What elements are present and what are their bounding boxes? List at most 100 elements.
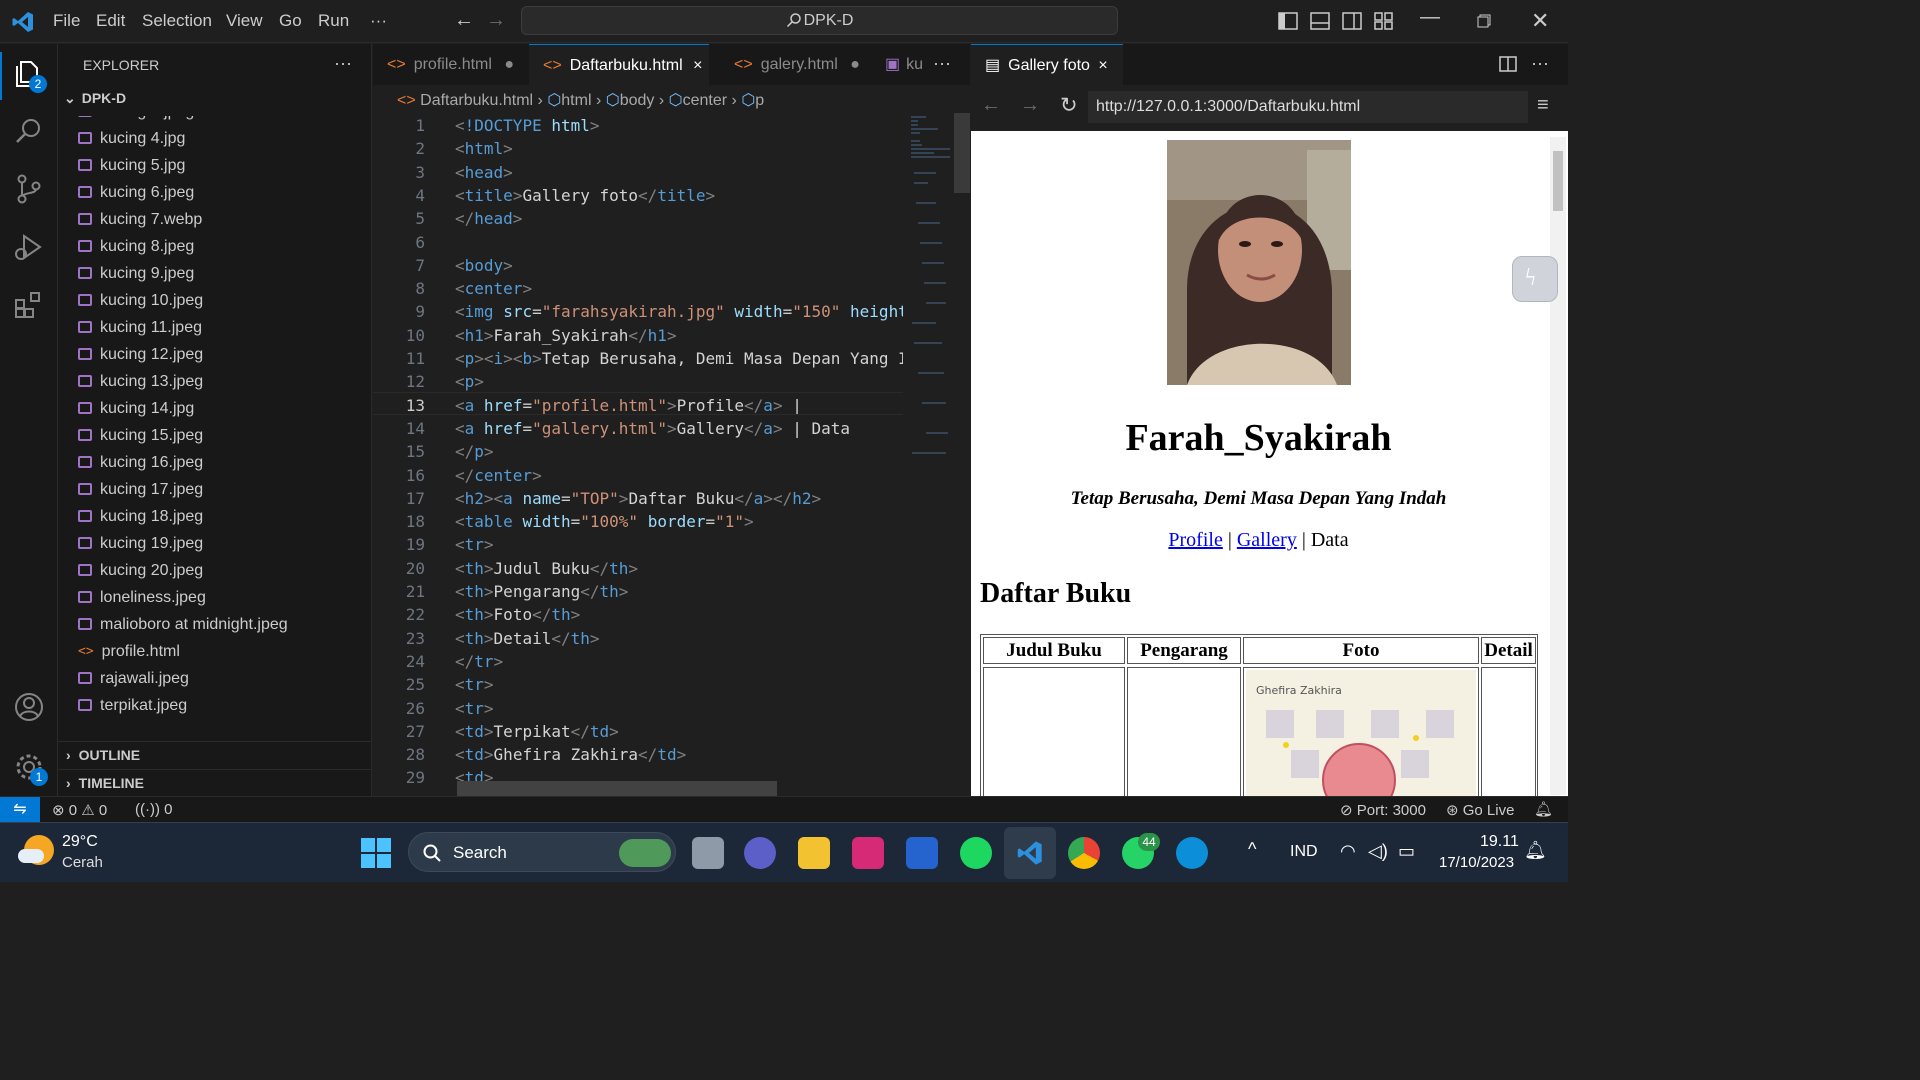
back-arrow-icon[interactable]: ← <box>981 94 1001 117</box>
file-item[interactable]: kucing 10.jpeg <box>78 287 203 314</box>
code-line[interactable]: 21 <th>Pengarang</th> <box>373 580 903 603</box>
toggle-panel-icon[interactable] <box>1310 12 1330 30</box>
account-icon[interactable] <box>12 690 46 724</box>
file-item[interactable]: kucing 19.jpeg <box>78 530 203 557</box>
file-item[interactable]: kucing 3.jpeg <box>78 116 194 125</box>
file-item[interactable]: loneliness.jpeg <box>78 584 206 611</box>
breadcrumb-item[interactable]: html <box>561 92 591 109</box>
file-item[interactable]: malioboro at midnight.jpeg <box>78 611 288 638</box>
volume-icon[interactable]: ◁) <box>1368 841 1388 862</box>
code-line[interactable]: 1 <!DOCTYPE html> <box>373 114 903 137</box>
code-line[interactable]: 20 <th>Judul Buku</th> <box>373 557 903 580</box>
breadcrumb-item[interactable]: Daftarbuku.html <box>420 92 533 109</box>
breadcrumb-item[interactable]: body <box>620 92 655 109</box>
file-item[interactable]: kucing 15.jpeg <box>78 422 203 449</box>
folder-header[interactable]: ⌄ DPK-D <box>64 90 126 107</box>
edge-icon[interactable] <box>1176 837 1208 869</box>
close-tab-icon[interactable]: × <box>1098 57 1107 74</box>
close-window-icon[interactable]: ✕ <box>1531 8 1549 34</box>
file-item[interactable]: terpikat.jpeg <box>78 692 187 719</box>
weather-text[interactable]: Cerah <box>62 854 103 871</box>
menu-run[interactable]: Run <box>318 11 349 31</box>
go-live-button[interactable]: ⊛ Go Live <box>1446 801 1514 819</box>
run-debug-icon[interactable] <box>12 230 46 264</box>
floating-extension-button[interactable]: ϟ <box>1512 256 1558 302</box>
menu-go[interactable]: Go <box>279 11 302 31</box>
file-item[interactable]: kucing 8.jpeg <box>78 233 194 260</box>
preview-more-icon[interactable]: ··· <box>1531 53 1549 74</box>
file-item[interactable]: kucing 18.jpeg <box>78 503 203 530</box>
problems-indicator[interactable]: ⊗ 0 ⚠ 0 <box>52 801 107 819</box>
back-arrow-icon[interactable]: ← <box>454 9 474 32</box>
file-item[interactable]: <> profile.html <box>78 638 180 665</box>
code-area[interactable]: 1 <!DOCTYPE html> 2 <html> 3 <head> 4 <title>Ga… <box>373 113 903 796</box>
clock-time[interactable]: 19.11 <box>1480 833 1519 851</box>
language-indicator[interactable]: IND <box>1290 843 1318 861</box>
code-line[interactable]: 11 <p><i><b>Tetap Berusaha, Demi Masa Dep… <box>373 347 903 370</box>
tab-gallery-foto[interactable]: ▤ Gallery foto × <box>971 44 1123 85</box>
code-line[interactable]: 7 <body> <box>373 254 903 277</box>
code-line[interactable]: 12 <p> <box>373 370 903 393</box>
file-item[interactable]: kucing 20.jpeg <box>78 557 203 584</box>
search-icon[interactable] <box>12 114 46 148</box>
port-indicator[interactable]: ⊘ Port: 3000 <box>1340 801 1426 819</box>
file-item[interactable]: kucing 14.jpg <box>78 395 194 422</box>
outline-section[interactable]: › OUTLINE <box>58 741 371 768</box>
code-line[interactable]: 9 <img src="farahsyakirah.jpg" width="150… <box>373 300 903 323</box>
profile-link[interactable]: Profile <box>1168 529 1222 551</box>
code-line[interactable]: 19 <tr> <box>373 533 903 556</box>
file-item[interactable]: kucing 16.jpeg <box>78 449 203 476</box>
chrome-icon[interactable] <box>1068 837 1100 869</box>
code-line[interactable]: 22 <th>Foto</th> <box>373 603 903 626</box>
minimize-icon[interactable]: — <box>1420 6 1440 29</box>
close-tab-icon[interactable]: × <box>693 57 702 74</box>
tab-ku[interactable]: ▣ ku <box>871 44 931 85</box>
menu-edit[interactable]: Edit <box>96 11 125 31</box>
windows-start-icon[interactable] <box>361 838 391 868</box>
breadcrumb-item[interactable]: center <box>683 92 727 109</box>
file-explorer-icon[interactable] <box>798 837 830 869</box>
remote-icon[interactable]: ⇋ <box>0 797 40 822</box>
code-line[interactable]: 28 <td>Ghefira Zakhira</td> <box>373 743 903 766</box>
tabs-more-icon[interactable]: ··· <box>933 53 951 74</box>
unsaved-dot-icon[interactable]: ● <box>504 56 514 73</box>
vertical-scrollbar[interactable] <box>954 113 970 193</box>
battery-icon[interactable]: ▭ <box>1398 841 1415 862</box>
bell-icon[interactable]: 🔔︎ <box>1534 800 1553 818</box>
restore-icon[interactable] <box>1477 14 1491 28</box>
file-item[interactable]: kucing 17.jpeg <box>78 476 203 503</box>
tab-profile[interactable]: <> profile.html ● <box>373 44 525 85</box>
tab-galery[interactable]: <> galery.html ● <box>720 44 870 85</box>
taskbar-search[interactable]: Search <box>408 832 676 872</box>
file-item[interactable]: kucing 12.jpeg <box>78 341 203 368</box>
gallery-link[interactable]: Gallery <box>1237 529 1297 551</box>
vscode-taskbar-active[interactable] <box>1004 827 1056 879</box>
hamburger-menu-icon[interactable]: ≡ <box>1537 94 1549 117</box>
toggle-sidebar-icon[interactable] <box>1278 12 1298 30</box>
menu-selection[interactable]: Selection <box>142 11 212 31</box>
code-line[interactable]: 5 </head> <box>373 207 903 230</box>
menu-more-icon[interactable]: ··· <box>370 11 387 31</box>
menu-view[interactable]: View <box>226 11 263 31</box>
file-item[interactable]: kucing 6.jpeg <box>78 179 194 206</box>
code-line[interactable]: 24 </tr> <box>373 650 903 673</box>
code-line[interactable]: 6 <box>373 231 903 254</box>
code-line[interactable]: 23 <th>Detail</th> <box>373 627 903 650</box>
code-line[interactable]: 3 <head> <box>373 161 903 184</box>
weather-sun-icon[interactable] <box>18 835 54 865</box>
spotify-icon[interactable] <box>960 837 992 869</box>
reload-icon[interactable]: ↻ <box>1060 93 1078 118</box>
code-line[interactable]: 10 <h1>Farah_Syakirah</h1> <box>373 324 903 347</box>
page-scrollbar[interactable] <box>1550 137 1566 795</box>
code-line[interactable]: 2 <html> <box>373 137 903 160</box>
file-item[interactable]: rajawali.jpeg <box>78 665 189 692</box>
code-line[interactable]: 4 <title>Gallery foto</title> <box>373 184 903 207</box>
code-line[interactable]: 26 <tr> <box>373 697 903 720</box>
code-line[interactable]: 25 <tr> <box>373 673 903 696</box>
clock-date[interactable]: 17/10/2023 <box>1439 854 1514 871</box>
chevron-up-icon[interactable]: ^ <box>1248 839 1256 860</box>
url-bar[interactable]: http://127.0.0.1:3000/Daftarbuku.html <box>1088 91 1528 123</box>
toggle-secondary-sidebar-icon[interactable] <box>1342 12 1362 30</box>
notification-bell-icon[interactable]: 🔔︎ <box>1524 840 1547 861</box>
file-item[interactable]: kucing 4.jpg <box>78 125 185 152</box>
